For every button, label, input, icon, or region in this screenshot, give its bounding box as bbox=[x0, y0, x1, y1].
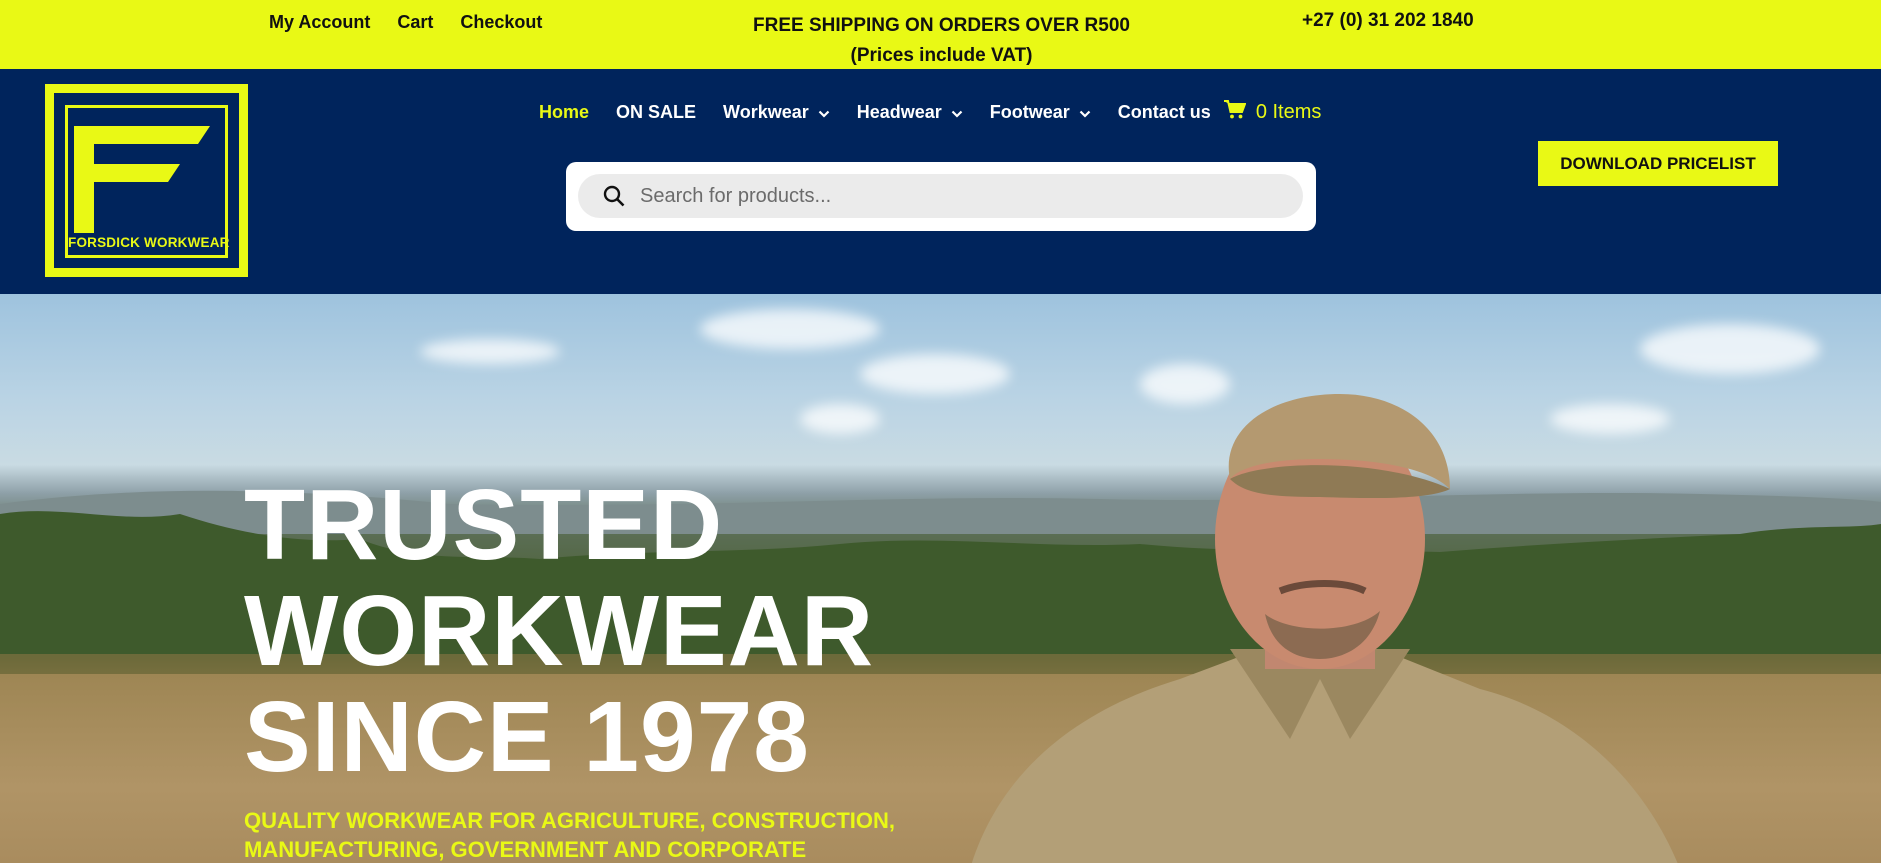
cart-icon bbox=[1223, 99, 1256, 125]
hero-banner: TRUSTED WORKWEAR SINCE 1978 QUALITY WORK… bbox=[0, 294, 1881, 863]
search-box bbox=[566, 162, 1316, 231]
my-account-link[interactable]: My Account bbox=[269, 12, 370, 33]
search-pill bbox=[578, 174, 1303, 218]
nav-footwear[interactable]: Footwear bbox=[990, 102, 1091, 123]
chevron-down-icon bbox=[818, 102, 830, 123]
nav-workwear-label: Workwear bbox=[723, 101, 809, 122]
nav-workwear[interactable]: Workwear bbox=[723, 102, 830, 123]
cart-button[interactable]: 0 Items bbox=[1223, 99, 1322, 125]
logo-frame: FORSDICK WORKWEAR bbox=[65, 105, 230, 258]
phone-number[interactable]: +27 (0) 31 202 1840 bbox=[1302, 10, 1474, 32]
logo-text: FORSDICK WORKWEAR bbox=[68, 235, 230, 250]
cloud bbox=[800, 404, 880, 434]
chevron-down-icon bbox=[1079, 102, 1091, 123]
nav-footwear-label: Footwear bbox=[989, 101, 1070, 122]
hero-title-line: TRUSTED bbox=[244, 469, 724, 581]
hero-subtitle: QUALITY WORKWEAR FOR AGRICULTURE, CONSTR… bbox=[244, 808, 895, 862]
cart-link[interactable]: Cart bbox=[397, 12, 433, 33]
site-logo[interactable]: FORSDICK WORKWEAR bbox=[45, 84, 248, 277]
shipping-notice-line2: (Prices include VAT) bbox=[850, 45, 1033, 66]
nav-headwear[interactable]: Headwear bbox=[857, 102, 963, 123]
hero-title-line: WORKWEAR bbox=[244, 575, 875, 687]
shipping-notice-line1: FREE SHIPPING ON ORDERS OVER R500 bbox=[753, 15, 1130, 36]
search-icon[interactable] bbox=[602, 184, 626, 213]
nav-contact-us[interactable]: Contact us bbox=[1118, 102, 1211, 123]
cloud bbox=[420, 339, 560, 364]
account-links: My Account Cart Checkout bbox=[269, 12, 542, 33]
nav-home[interactable]: Home bbox=[539, 102, 589, 123]
nav-on-sale-label: ON SALE bbox=[616, 101, 697, 122]
hero-title-line: SINCE 1978 bbox=[244, 681, 810, 793]
download-pricelist-button[interactable]: DOWNLOAD PRICELIST bbox=[1538, 141, 1778, 186]
shipping-notice: FREE SHIPPING ON ORDERS OVER R500 (Price… bbox=[700, 11, 1183, 71]
nav-home-label: Home bbox=[539, 101, 590, 122]
nav-contact-us-label: Contact us bbox=[1117, 101, 1211, 122]
hero-title: TRUSTED WORKWEAR SINCE 1978 bbox=[244, 472, 874, 790]
cart-count: 0 Items bbox=[1255, 100, 1322, 123]
logo-f-mark bbox=[74, 126, 210, 233]
search-input[interactable] bbox=[640, 174, 1280, 218]
site-header: FORSDICK WORKWEAR Home ON SALE Workwear … bbox=[0, 69, 1881, 294]
nav-headwear-label: Headwear bbox=[856, 101, 942, 122]
checkout-link[interactable]: Checkout bbox=[460, 12, 542, 33]
chevron-down-icon bbox=[951, 102, 963, 123]
main-nav: Home ON SALE Workwear Headwear Footwear … bbox=[539, 99, 1321, 125]
nav-on-sale[interactable]: ON SALE bbox=[616, 102, 696, 123]
top-bar: My Account Cart Checkout FREE SHIPPING O… bbox=[0, 0, 1881, 69]
cloud bbox=[700, 309, 880, 349]
farmer-figure bbox=[972, 394, 1678, 863]
